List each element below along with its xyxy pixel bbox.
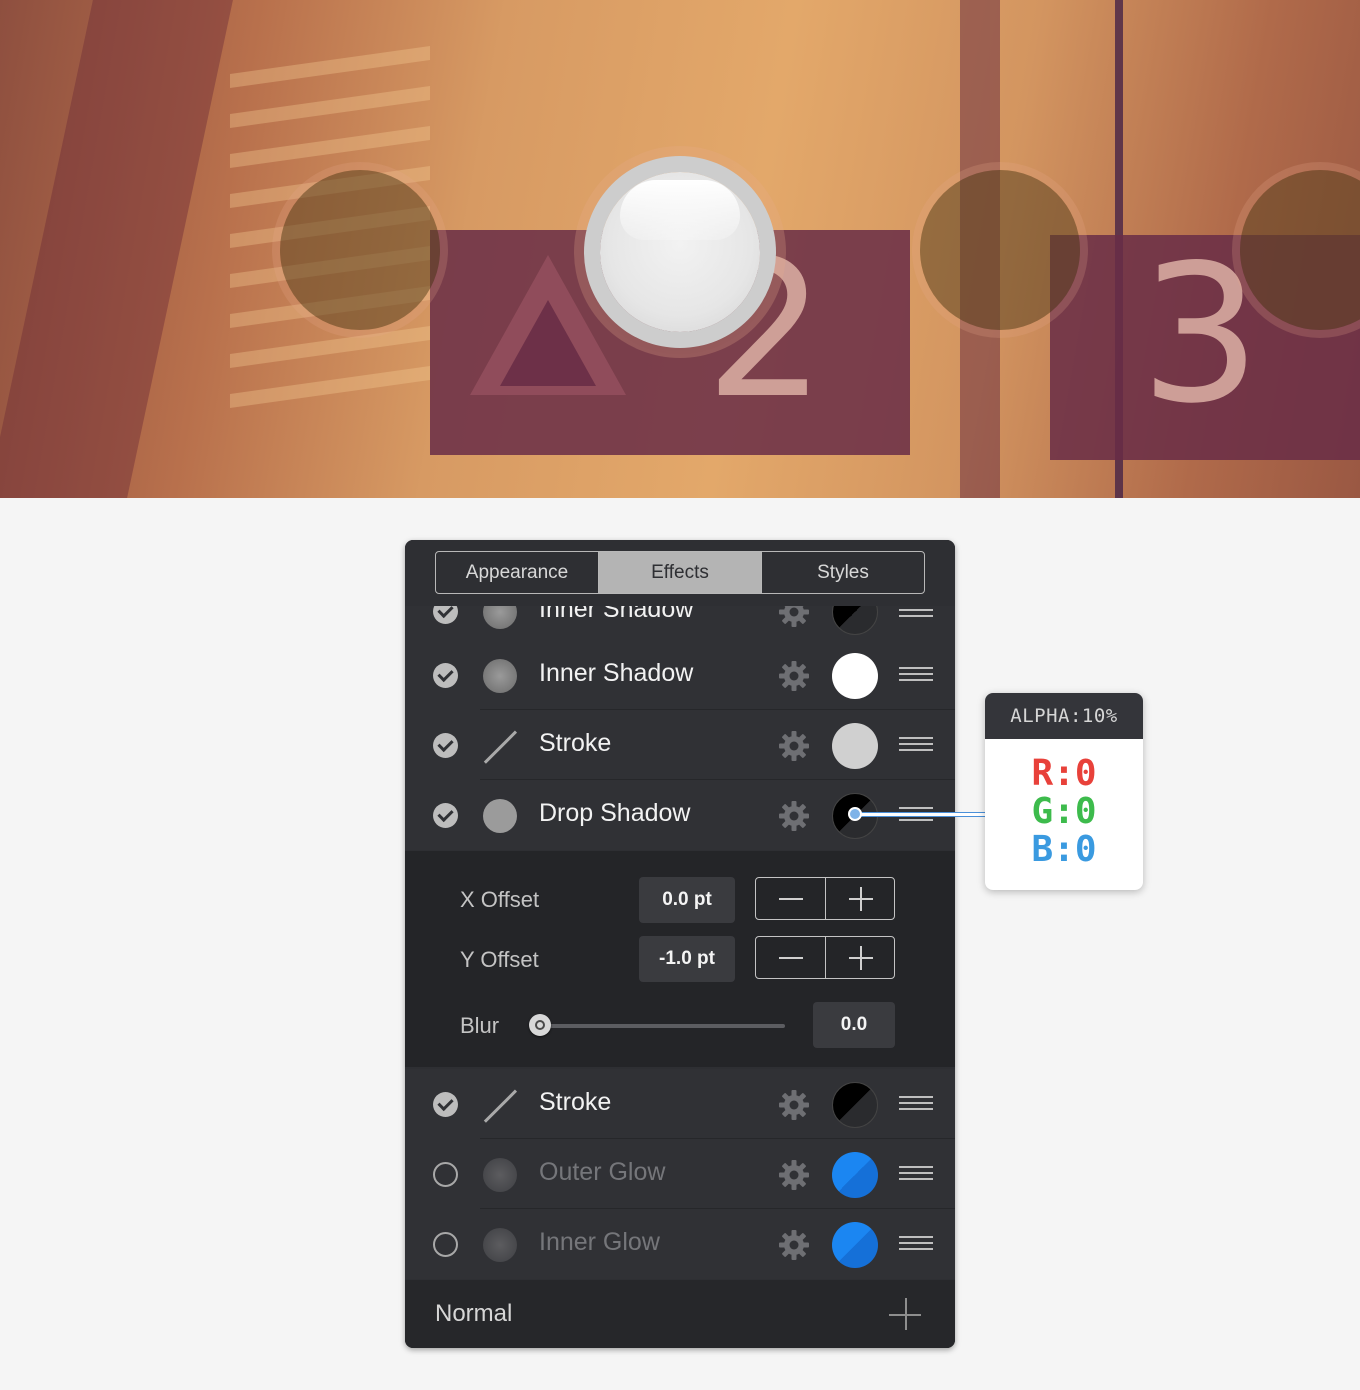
preview-banner: 2 3: [0, 0, 1360, 498]
effect-row[interactable]: Inner Shadow: [405, 640, 955, 710]
stroke-icon: [483, 1088, 517, 1122]
glow-icon: [483, 1228, 517, 1262]
panel-footer: Normal: [405, 1280, 955, 1348]
effect-label: Drop Shadow: [539, 799, 691, 827]
y-offset-decrement-button[interactable]: [756, 937, 826, 978]
effect-label: Outer Glow: [539, 1158, 666, 1186]
x-offset-decrement-button[interactable]: [756, 878, 826, 919]
effect-row[interactable]: Stroke: [405, 710, 955, 780]
enable-checkbox[interactable]: [433, 733, 458, 758]
tab-bar: Appearance Effects Styles: [435, 551, 925, 594]
color-swatch[interactable]: [832, 723, 878, 769]
effect-label: Inner Glow: [539, 1228, 660, 1256]
blur-label: Blur: [460, 1013, 500, 1038]
preview-radio-selected: [600, 172, 760, 332]
callout-connector: [855, 812, 985, 817]
effect-row[interactable]: Outer Glow: [405, 1139, 955, 1209]
banner-stripe: [230, 365, 430, 409]
color-swatch[interactable]: [832, 1222, 878, 1268]
effect-row[interactable]: Inner Glow: [405, 1209, 955, 1279]
effects-panel: Inner Shadow Appearance Effects Styles I…: [405, 540, 955, 1348]
preview-radio: [280, 170, 440, 330]
preview-radio: [920, 170, 1080, 330]
gear-icon[interactable]: [777, 1088, 811, 1122]
effect-label: Stroke: [539, 1088, 612, 1116]
red-value: R:0: [1031, 753, 1097, 794]
enable-checkbox[interactable]: [433, 803, 458, 828]
banner-stripe: [230, 325, 430, 369]
color-swatch[interactable]: [832, 1082, 878, 1128]
blue-value: B:0: [1031, 829, 1097, 870]
effect-row[interactable]: Stroke: [405, 1069, 955, 1139]
green-value: G:0: [1031, 791, 1097, 832]
banner-triangle-inner: [500, 300, 596, 386]
banner-shadow-band: [0, 0, 233, 498]
enable-checkbox[interactable]: [433, 1162, 458, 1187]
color-swatch[interactable]: [832, 653, 878, 699]
callout-anchor-dot: [848, 807, 862, 821]
add-effect-icon[interactable]: [889, 1298, 923, 1332]
stroke-icon: [483, 729, 517, 763]
y-offset-stepper: [755, 936, 895, 979]
banner-stripe: [230, 45, 430, 89]
y-offset-increment-button[interactable]: [826, 937, 895, 978]
y-offset-field[interactable]: -1.0 pt: [639, 936, 735, 982]
tab-styles[interactable]: Styles: [762, 552, 924, 593]
gear-icon[interactable]: [777, 1158, 811, 1192]
rgb-values: R:0 G:0 B:0: [985, 739, 1143, 869]
x-offset-field[interactable]: 0.0 pt: [639, 877, 735, 923]
drag-handle-icon[interactable]: [899, 1236, 933, 1250]
enable-checkbox[interactable]: [433, 1092, 458, 1117]
color-callout: ALPHA:10% R:0 G:0 B:0: [985, 693, 1143, 890]
y-offset-label: Y Offset: [460, 947, 539, 972]
gear-icon[interactable]: [777, 659, 811, 693]
gear-icon[interactable]: [777, 1228, 811, 1262]
drag-handle-icon[interactable]: [899, 1166, 933, 1180]
banner-stripe: [230, 125, 430, 169]
x-offset-increment-button[interactable]: [826, 878, 895, 919]
tab-appearance[interactable]: Appearance: [436, 552, 599, 593]
shadow-icon: [483, 659, 517, 693]
blend-mode-select[interactable]: Normal: [435, 1300, 512, 1328]
shadow-icon: [483, 799, 517, 833]
blur-field[interactable]: 0.0: [813, 1002, 895, 1048]
effect-label: Inner Shadow: [539, 659, 694, 687]
gear-icon[interactable]: [777, 799, 811, 833]
x-offset-stepper: [755, 877, 895, 920]
alpha-label: ALPHA:10%: [985, 693, 1143, 739]
tab-effects[interactable]: Effects: [599, 552, 762, 593]
drag-handle-icon[interactable]: [899, 737, 933, 751]
enable-checkbox[interactable]: [433, 663, 458, 688]
blur-slider-knob[interactable]: [529, 1014, 551, 1036]
glow-icon: [483, 1158, 517, 1192]
banner-stripe: [230, 85, 430, 129]
color-swatch[interactable]: [832, 1152, 878, 1198]
x-offset-label: X Offset: [460, 887, 540, 912]
gear-icon[interactable]: [777, 729, 811, 763]
drag-handle-icon[interactable]: [899, 667, 933, 681]
effect-label: Stroke: [539, 729, 612, 757]
drag-handle-icon[interactable]: [899, 1096, 933, 1110]
blur-slider-track[interactable]: [540, 1024, 785, 1028]
enable-checkbox[interactable]: [433, 1232, 458, 1257]
